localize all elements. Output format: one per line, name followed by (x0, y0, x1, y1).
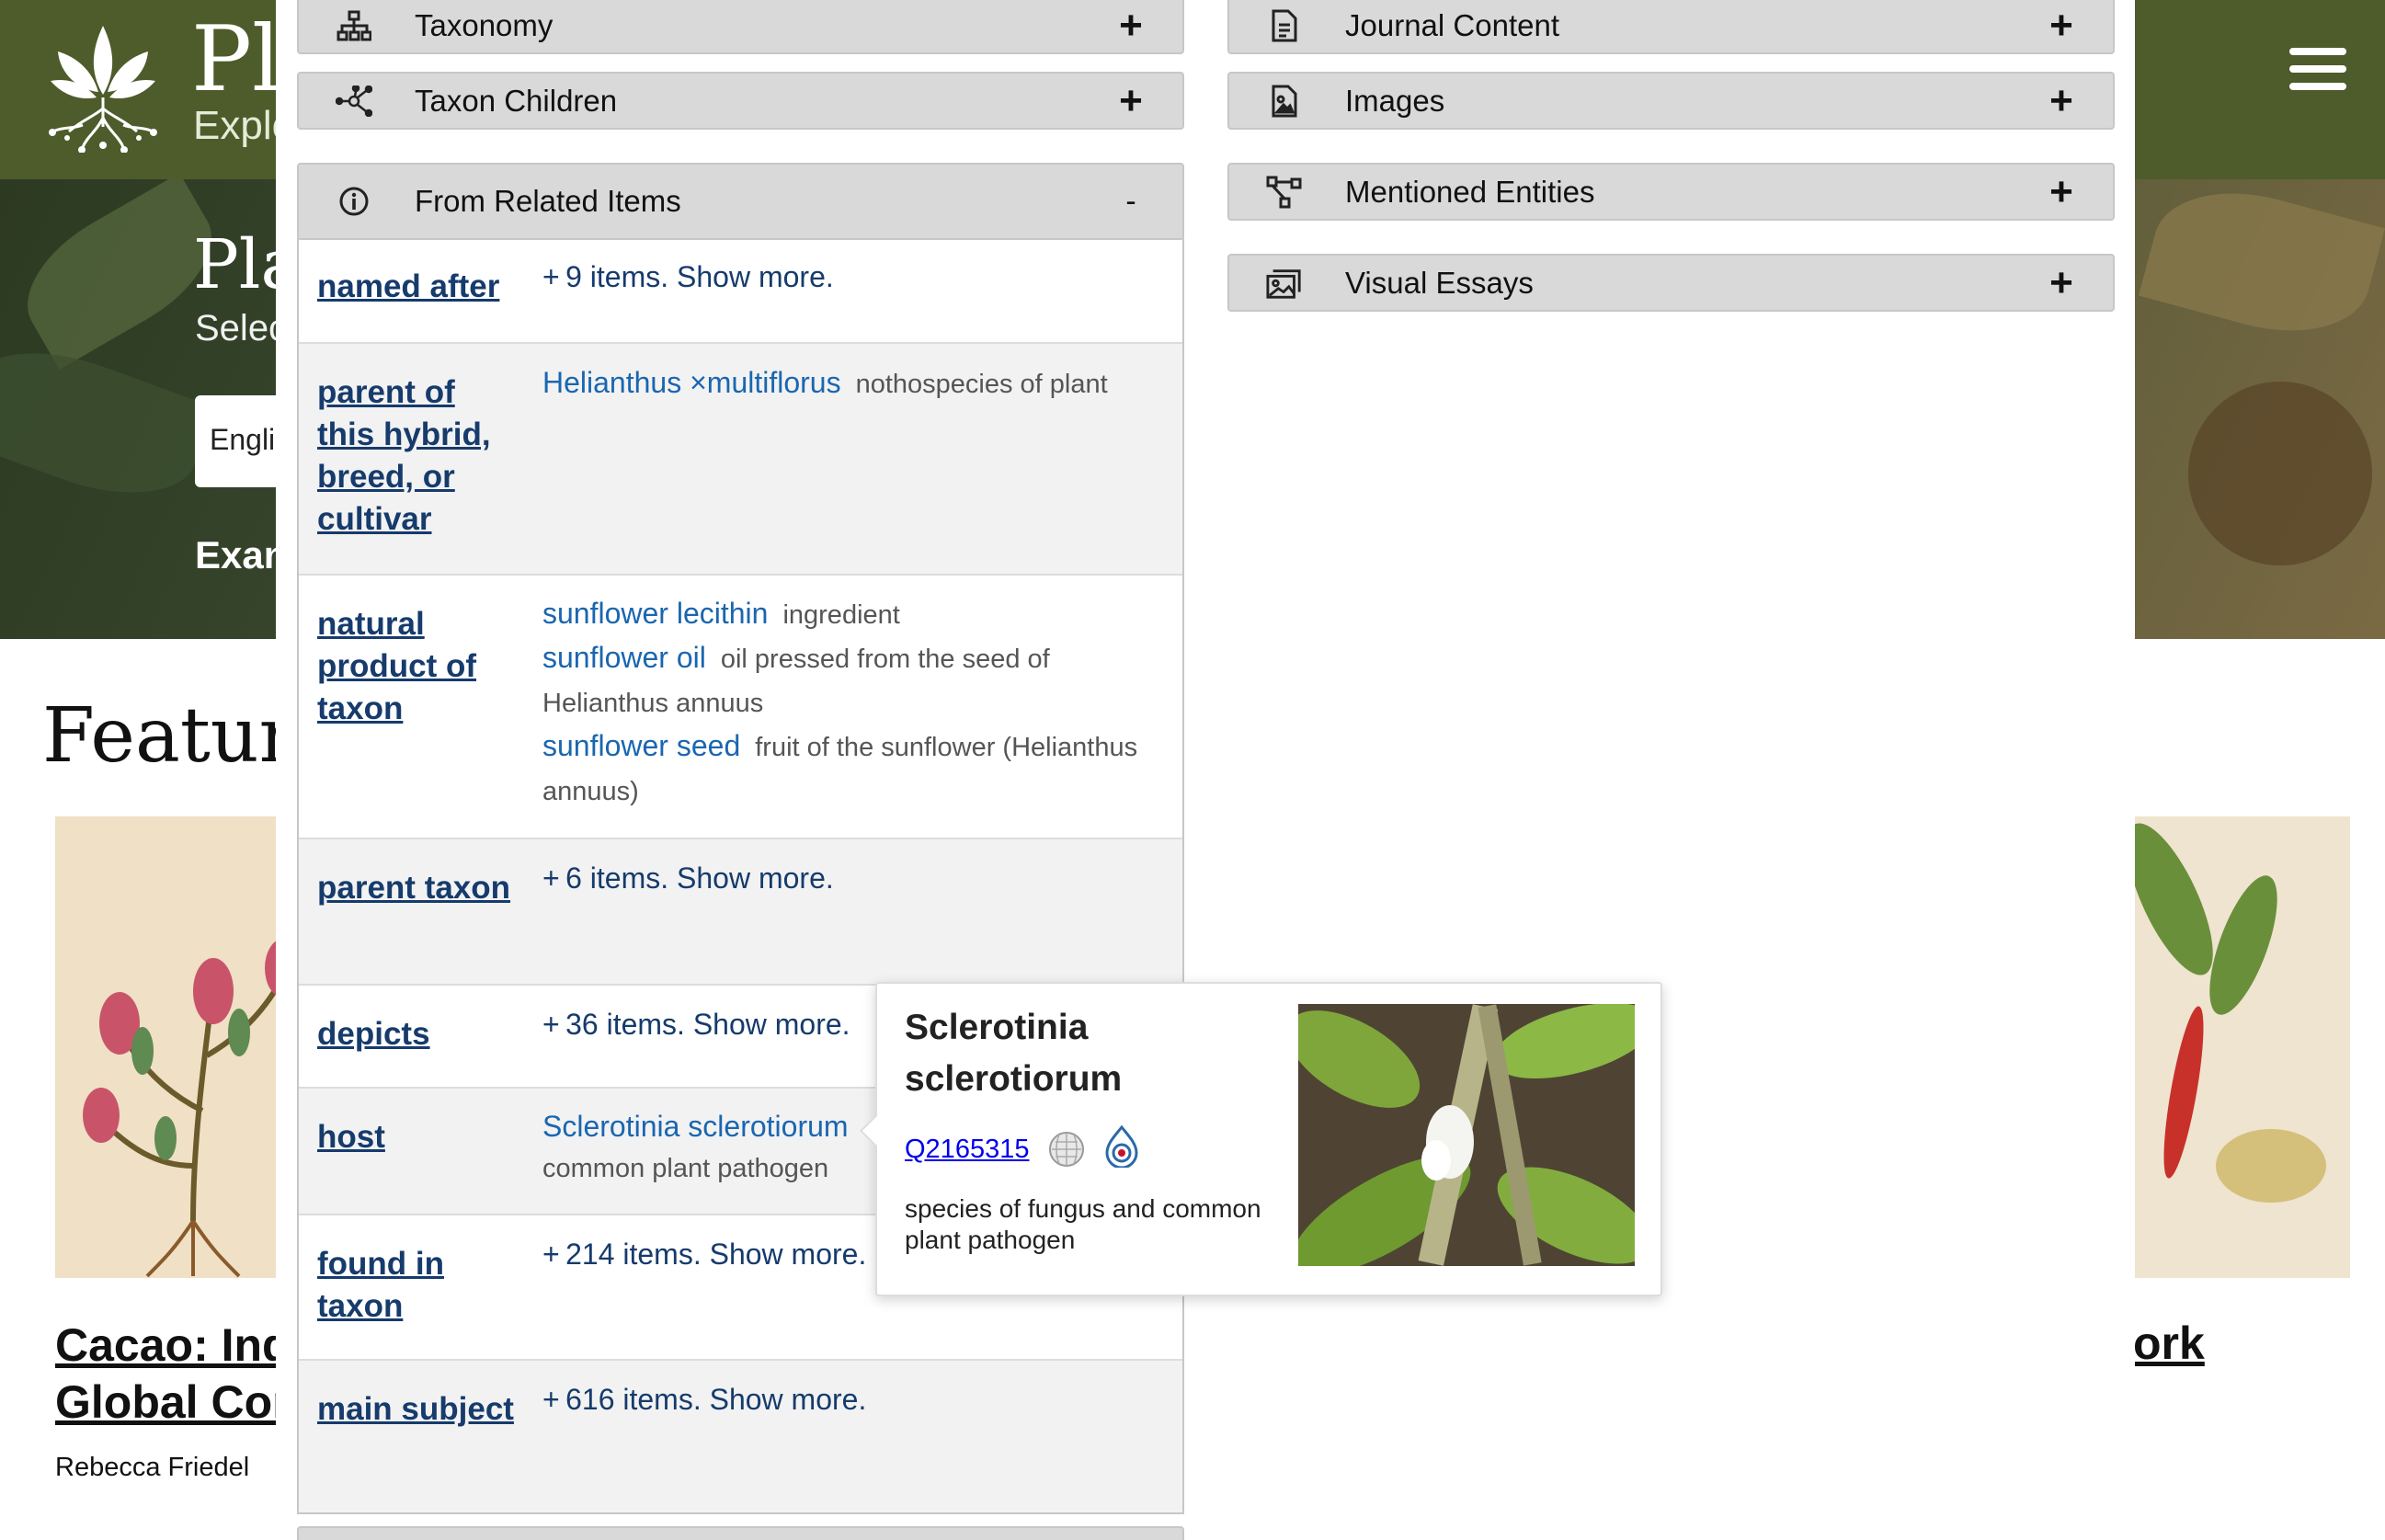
related-row-parent-taxon: parent taxon + 6 items. Show more. (299, 839, 1182, 986)
wikidata-qid-link[interactable]: Q2165315 (905, 1135, 1029, 1165)
section-label: Visual Essays (1345, 265, 1534, 300)
entity-description: common plant pathogen (542, 1154, 829, 1183)
expand-toggle[interactable]: + (1113, 3, 1149, 49)
property-link[interactable]: depicts (317, 1013, 519, 1055)
section-label: Journal Content (1345, 7, 1559, 42)
hamburger-menu-icon[interactable] (2289, 48, 2346, 90)
info-circle-icon (336, 183, 372, 220)
expand-toggle[interactable]: + (1113, 78, 1149, 124)
property-link[interactable]: main subject (317, 1388, 519, 1431)
gallery-icon (1266, 265, 1303, 302)
entity-hover-card: Sclerotinia sclerotiorum Q2165315 specie… (860, 982, 1662, 1296)
related-entry: sunflower oil oil pressed from the seed o… (542, 636, 1168, 724)
taxonomy-tree-icon (336, 7, 372, 44)
section-mentioned-entities[interactable]: Mentioned Entities + (1227, 163, 2115, 221)
section-label: Mentioned Entities (1345, 174, 1595, 209)
document-icon (1266, 7, 1303, 44)
related-row-main-subject: main subject + 616 items. Show more. (299, 1361, 1182, 1512)
related-entry: Helianthus ×multiflorus nothospecies of p… (542, 360, 1168, 406)
property-link[interactable]: natural product of taxon (317, 603, 519, 730)
expand-toggle[interactable]: + (2043, 260, 2080, 306)
section-from-related-items[interactable]: From Related Items - (297, 163, 1184, 240)
show-more-link[interactable]: + 9 items. Show more. (542, 260, 834, 293)
wikidata-icon[interactable] (1103, 1125, 1140, 1168)
related-entry: Sclerotinia sclerotiorum common plant pa… (542, 1105, 864, 1190)
section-taxonomy[interactable]: Taxonomy + (297, 0, 1184, 54)
section-journal-content[interactable]: Journal Content + (1227, 0, 2115, 54)
featured-card-title-right[interactable]: ork (2133, 1317, 2205, 1370)
entity-description: nothospecies of plant (855, 370, 1108, 399)
section-label: Images (1345, 83, 1445, 118)
related-row-natural-product: natural product of taxon sunflower lecit… (299, 576, 1182, 839)
collapse-toggle[interactable]: - (1113, 184, 1149, 220)
hover-card-description: species of fungus and common plant patho… (905, 1194, 1261, 1254)
hover-card-title: Sclerotinia sclerotiorum (905, 1008, 1123, 1099)
section-visual-essays[interactable]: Visual Essays + (1227, 254, 2115, 312)
expand-toggle[interactable]: + (2043, 78, 2080, 124)
expand-toggle[interactable]: + (2043, 3, 2080, 49)
related-items-list: named after + 9 items. Show more. parent… (297, 238, 1184, 1514)
show-more-link[interactable]: + 214 items. Show more. (542, 1238, 866, 1271)
hover-card-photo (1298, 1004, 1635, 1266)
featured-card-image-right[interactable] (2133, 816, 2350, 1278)
property-link[interactable]: parent of this hybrid, breed, or cultiva… (317, 371, 519, 541)
entity-graph-icon (1266, 174, 1303, 211)
show-more-link[interactable]: + 6 items. Show more. (542, 861, 834, 895)
entity-description: ingredient (782, 600, 900, 630)
property-link[interactable]: named after (317, 266, 519, 308)
expand-toggle[interactable]: + (2043, 169, 2080, 215)
entity-link[interactable]: sunflower lecithin (542, 597, 768, 630)
section-label: Taxon Children (415, 83, 618, 118)
featured-card-image-left[interactable] (55, 816, 294, 1278)
network-nodes-icon (336, 83, 372, 120)
entity-detail-panel: Taxonomy + Taxon Children + From Related… (276, 0, 2135, 1540)
property-link[interactable]: found in taxon (317, 1243, 519, 1328)
entity-link[interactable]: sunflower oil (542, 641, 706, 674)
section-taxon-children[interactable]: Taxon Children + (297, 72, 1184, 130)
hero-example-label: Exan (195, 533, 288, 576)
next-section-header[interactable] (297, 1526, 1184, 1540)
related-entry: sunflower seed fruit of the sunflower (He… (542, 724, 1168, 813)
property-link[interactable]: parent taxon (317, 867, 519, 909)
section-images[interactable]: Images + (1227, 72, 2115, 130)
entity-link[interactable]: Helianthus ×multiflorus (542, 366, 841, 399)
related-row-parent-of-hybrid: parent of this hybrid, breed, or cultiva… (299, 344, 1182, 576)
related-row-named-after: named after + 9 items. Show more. (299, 238, 1182, 344)
section-label: From Related Items (415, 184, 681, 218)
related-entry: sunflower lecithin ingredient (542, 592, 1168, 636)
site-title[interactable]: Pl (191, 7, 280, 112)
property-link[interactable]: host (317, 1116, 519, 1158)
show-more-link[interactable]: + 36 items. Show more. (542, 1008, 850, 1041)
plant-logo-icon[interactable] (41, 17, 165, 153)
image-file-icon (1266, 83, 1303, 120)
section-label: Taxonomy (415, 7, 553, 42)
wikipedia-globe-icon[interactable] (1048, 1131, 1085, 1168)
hero-subtitle: Selec (195, 308, 288, 348)
entity-link[interactable]: Sclerotinia sclerotiorum (542, 1110, 849, 1143)
show-more-link[interactable]: + 616 items. Show more. (542, 1383, 866, 1416)
featured-card-author-left: Rebecca Friedel (55, 1453, 250, 1482)
entity-link[interactable]: sunflower seed (542, 729, 740, 762)
